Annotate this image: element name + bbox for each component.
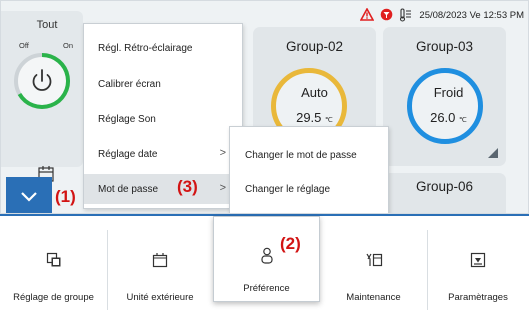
toolbar-label: Paramètrages — [448, 292, 508, 303]
resize-corner-icon — [488, 148, 498, 158]
datetime-text: 25/08/2023 Ve 12:53 PM — [419, 9, 524, 21]
chevron-right-icon: > — [219, 182, 226, 194]
submenu-item-change-password[interactable]: Changer le mot de passe — [230, 140, 388, 170]
bottom-toolbar: Réglage de groupe Unité extérieure Préfé… — [0, 214, 529, 321]
group-name: Group-06 — [415, 179, 474, 194]
menu-item-calibrate[interactable]: Calibrer écran — [84, 69, 242, 99]
preference-icon — [260, 247, 274, 270]
toolbar-settings-button[interactable]: Paramètrages — [427, 216, 529, 321]
tout-title: Tout — [36, 19, 58, 31]
mode-ring — [407, 68, 483, 144]
tout-power-dial[interactable] — [12, 51, 72, 116]
group-name: Group-03 — [415, 39, 474, 54]
toolbar-label: Maintenance — [346, 292, 401, 303]
menu-item-date[interactable]: Réglage date > — [84, 139, 242, 169]
menu-item-password[interactable]: Mot de passe > — [84, 174, 242, 204]
group-temp: 29.5 ℃ — [296, 110, 333, 125]
settings-menu: Régl. Rétro-éclairage Calibrer écran Rég… — [83, 23, 243, 209]
main-area: 25/08/2023 Ve 12:53 PM Tout Off On Group… — [0, 0, 529, 214]
callout-3: (3) — [177, 177, 198, 196]
tout-on-label: On — [63, 41, 74, 50]
toolbar-outdoor-unit-button[interactable]: Unité extérieure — [107, 216, 213, 321]
filter-icon[interactable] — [380, 8, 393, 22]
collapse-button[interactable] — [6, 177, 52, 213]
callout-1: (1) — [55, 187, 76, 206]
menu-item-sound[interactable]: Réglage Son — [84, 104, 242, 134]
group-mode: Auto — [301, 85, 328, 100]
toolbar-label: Réglage de groupe — [13, 292, 94, 303]
group-name: Group-02 — [285, 39, 344, 54]
maintenance-icon — [365, 252, 383, 273]
toolbar-label: Préférence — [243, 283, 290, 294]
toolbar-label: Unité extérieure — [126, 292, 194, 303]
group-card-06[interactable]: Group-06 — [383, 173, 506, 213]
chevron-down-icon — [21, 192, 37, 202]
toolbar-preference-button[interactable]: Préférence — [213, 216, 320, 302]
group-mode: Froid — [433, 85, 464, 100]
thermometer-icon[interactable] — [399, 8, 413, 22]
chevron-right-icon: > — [219, 147, 226, 159]
outdoor-unit-icon — [152, 252, 168, 273]
warning-icon[interactable] — [360, 7, 375, 22]
password-submenu: Changer le mot de passe Changer le régla… — [229, 126, 389, 213]
group-card-03[interactable]: Group-03 Froid 26.0 ℃ — [383, 27, 506, 166]
submenu-item-change-setting[interactable]: Changer le réglage — [230, 174, 388, 204]
group-settings-icon — [46, 252, 62, 273]
callout-2: (2) — [280, 234, 301, 253]
group-temp: 26.0 ℃ — [430, 110, 467, 125]
menu-item-backlight[interactable]: Régl. Rétro-éclairage — [84, 33, 242, 63]
toolbar-group-settings-button[interactable]: Réglage de groupe — [0, 216, 107, 321]
tout-off-label: Off — [19, 41, 29, 50]
download-icon — [470, 252, 486, 273]
toolbar-maintenance-button[interactable]: Maintenance — [320, 216, 427, 321]
status-bar: 25/08/2023 Ve 12:53 PM — [360, 7, 524, 23]
